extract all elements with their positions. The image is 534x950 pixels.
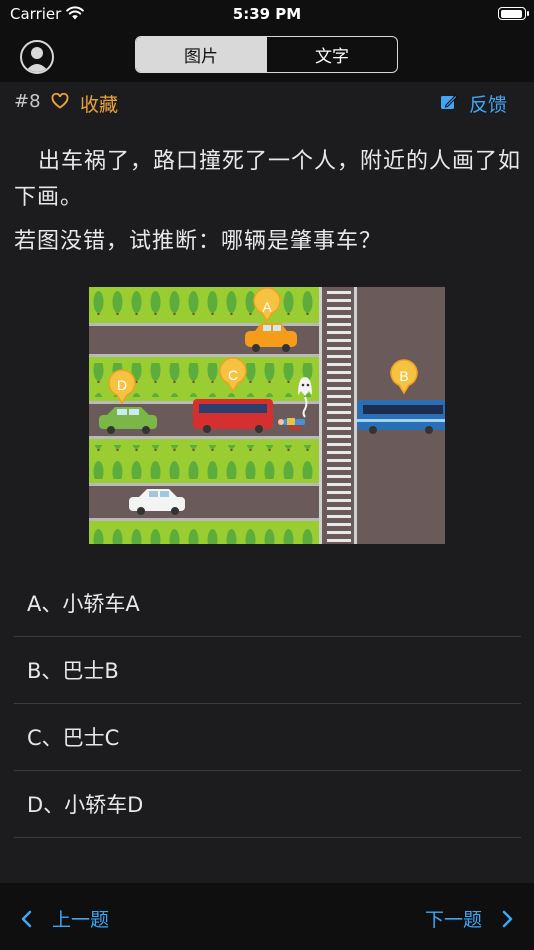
svg-text:A: A xyxy=(262,299,272,315)
question-number: #8 xyxy=(14,91,41,112)
option-a[interactable]: A、小轿车A xyxy=(14,570,521,637)
bus-c xyxy=(193,399,273,433)
segment-text[interactable]: 文字 xyxy=(266,37,397,72)
svg-text:D: D xyxy=(117,377,127,393)
svg-text:B: B xyxy=(399,368,408,384)
question-text: 出车祸了，路口撞死了一个人，附近的人画了如下画。 若图没错，试推断：哪辆是肇事车… xyxy=(14,144,522,260)
segment-picture[interactable]: 图片 xyxy=(136,37,266,72)
bus-b xyxy=(357,400,449,434)
avatar-button[interactable] xyxy=(20,40,54,74)
option-d[interactable]: D、小轿车D xyxy=(14,771,521,838)
chevron-left-icon xyxy=(21,910,32,927)
edit-icon[interactable] xyxy=(440,94,458,110)
question-meta: #8 收藏 反馈 xyxy=(0,82,534,122)
question-line-1: 出车祸了，路口撞死了一个人，附近的人画了如下画。 xyxy=(14,149,522,210)
feedback-button[interactable]: 反馈 xyxy=(469,90,507,117)
battery-icon xyxy=(498,7,529,20)
status-bar: Carrier 5:39 PM xyxy=(0,0,534,30)
accident-illustration: A D C B xyxy=(89,287,449,544)
next-label: 下一题 xyxy=(424,909,482,931)
bottom-nav-bar: 上一题 下一题 xyxy=(0,883,534,950)
clock: 5:39 PM xyxy=(232,5,302,23)
favorite-button[interactable]: 收藏 xyxy=(80,90,118,117)
chevron-right-icon xyxy=(502,910,513,927)
prev-question-button[interactable]: 上一题 xyxy=(20,905,109,932)
user-icon xyxy=(25,47,49,72)
question-line-2: 若图没错，试推断：哪辆是肇事车？ xyxy=(14,229,383,254)
option-c[interactable]: C、巴士C xyxy=(14,704,521,771)
answer-options: A、小轿车A B、巴士B C、巴士C D、小轿车D xyxy=(14,570,521,838)
prev-label: 上一题 xyxy=(52,909,110,931)
view-mode-segmented-control: 图片 文字 xyxy=(135,36,398,73)
option-b[interactable]: B、巴士B xyxy=(14,637,521,704)
nav-bar: 图片 文字 xyxy=(0,30,534,82)
next-question-button[interactable]: 下一题 xyxy=(425,905,514,932)
heart-icon[interactable] xyxy=(51,93,69,109)
svg-text:C: C xyxy=(228,367,238,383)
